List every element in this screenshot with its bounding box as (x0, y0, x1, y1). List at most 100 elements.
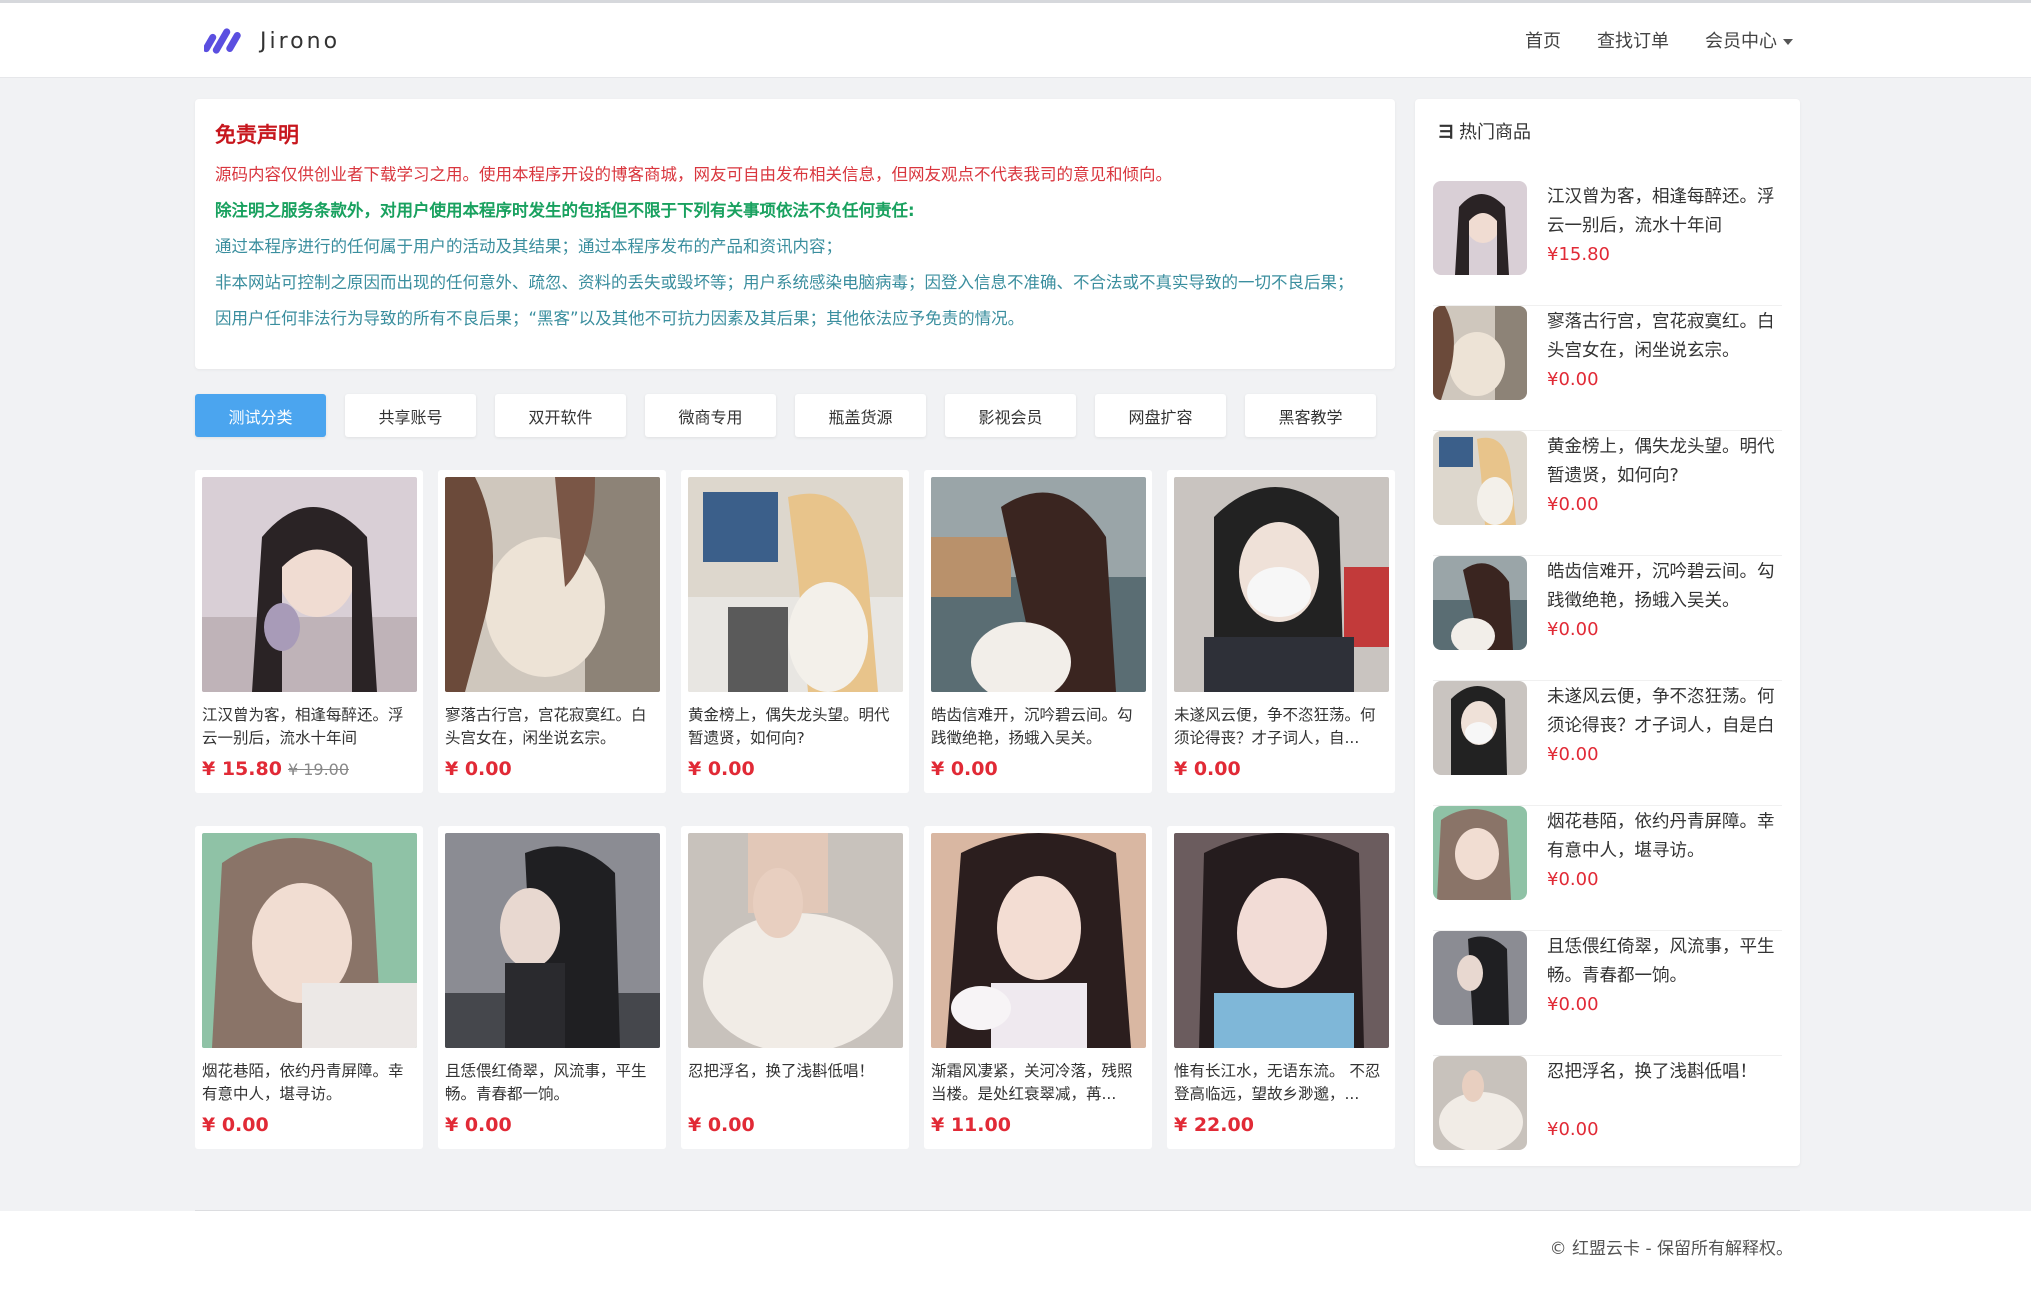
product-image[interactable] (1174, 477, 1389, 692)
product-image[interactable] (688, 833, 903, 1048)
sidebar-item-desc: 皓齿信难开，沉吟碧云间。勾践徵绝艳，扬蛾入吴关。 (1547, 562, 1775, 611)
tab-category[interactable]: 微商专用 (645, 394, 776, 437)
fire-icon: ヨ (1437, 122, 1455, 143)
sidebar-item-desc: 且恁偎红倚翠，风流事，平生畅。青春都一饷。 (1547, 937, 1775, 986)
logo-icon (204, 28, 241, 54)
nav-member-label: 会员中心 (1705, 31, 1777, 52)
product-desc: 烟花巷陌，依约丹青屏障。幸有意中人，堪寻访。 (202, 1062, 404, 1103)
sidebar-item-image[interactable] (1433, 306, 1527, 400)
copyright-text: © 红盟云卡 - 保留所有解释权。 (1549, 1239, 1793, 1259)
product-price: ¥ 15.80 ¥ 19.00 (202, 758, 416, 780)
product-card[interactable]: 惟有长江水，无语东流。 不忍登高临远，望故乡渺邈，... ¥ 22.00 (1167, 826, 1395, 1149)
product-card[interactable]: 黄金榜上，偶失龙头望。明代暂遗贤，如何向? ¥ 0.00 (681, 470, 909, 793)
product-price: ¥ 0.00 (688, 1114, 755, 1136)
sidebar-item-desc: 未遂风云便，争不恣狂荡。何须论得丧？才子词人，自是白 (1547, 687, 1775, 736)
product-price: ¥ 0.00 (931, 758, 998, 780)
nav-member[interactable]: 会员中心 (1705, 27, 1793, 53)
caret-down-icon (1783, 39, 1793, 45)
sidebar-item-price: ¥0.00 (1547, 869, 1599, 890)
hot-products-sidebar: ヨ 热门商品 江汉曾为客，相逢每醉还。浮云一别后，流水十年间 ¥15.80 寥落… (1415, 99, 1800, 1166)
sidebar-item[interactable]: 皓齿信难开，沉吟碧云间。勾践徵绝艳，扬蛾入吴关。 ¥0.00 (1433, 556, 1782, 681)
sidebar-item-desc: 寥落古行宫，宫花寂寞红。白头宫女在，闲坐说玄宗。 (1547, 312, 1775, 361)
product-desc: 且恁偎红倚翠，风流事，平生畅。青春都一饷。 (445, 1062, 647, 1103)
product-image[interactable] (688, 477, 903, 692)
product-desc: 渐霜风凄紧，关河冷落，残照当楼。是处红衰翠减，苒... (931, 1062, 1133, 1103)
brand-name: Jirono (260, 28, 341, 54)
sidebar-item[interactable]: 黄金榜上，偶失龙头望。明代暂遗贤，如何向? ¥0.00 (1433, 431, 1782, 556)
product-card[interactable]: 江汉曾为客，相逢每醉还。浮云一别后，流水十年间 ¥ 15.80 ¥ 19.00 (195, 470, 423, 793)
price-value: ¥ 15.80 (202, 758, 282, 780)
sidebar-item-image[interactable] (1433, 556, 1527, 650)
sidebar-item[interactable]: 忍把浮名，换了浅斟低唱！ ¥0.00 (1433, 1056, 1782, 1181)
product-price: ¥ 0.00 (445, 1114, 512, 1136)
sidebar-item-price: ¥0.00 (1547, 494, 1599, 515)
product-image[interactable] (931, 477, 1146, 692)
nav-home[interactable]: 首页 (1525, 27, 1561, 53)
product-image[interactable] (931, 833, 1146, 1048)
disclaimer-title: 免责声明 (215, 123, 299, 147)
product-desc: 寥落古行宫，宫花寂寞红。白头宫女在，闲坐说玄宗。 (445, 706, 647, 747)
sidebar-item[interactable]: 江汉曾为客，相逢每醉还。浮云一别后，流水十年间 ¥15.80 (1433, 181, 1782, 306)
sidebar-item-image[interactable] (1433, 1056, 1527, 1150)
product-card[interactable]: 且恁偎红倚翠，风流事，平生畅。青春都一饷。 ¥ 0.00 (438, 826, 666, 1149)
sidebar-item-price: ¥0.00 (1547, 369, 1599, 390)
product-price: ¥ 0.00 (688, 758, 755, 780)
disclaimer-panel: 免责声明 源码内容仅供创业者下载学习之用。使用本程序开设的博客商城，网友可自由发… (195, 99, 1395, 369)
product-card[interactable]: 渐霜风凄紧，关河冷落，残照当楼。是处红衰翠减，苒... ¥ 11.00 (924, 826, 1152, 1149)
product-desc: 江汉曾为客，相逢每醉还。浮云一别后，流水十年间 (202, 706, 404, 747)
sidebar-item-desc: 江汉曾为客，相逢每醉还。浮云一别后，流水十年间 (1547, 187, 1775, 236)
sidebar-item-price: ¥15.80 (1547, 244, 1610, 265)
product-image[interactable] (202, 833, 417, 1048)
tab-category[interactable]: 网盘扩容 (1095, 394, 1226, 437)
navbar: Jirono 首页 查找订单 会员中心 (0, 3, 2031, 78)
category-tabs: 测试分类 共享账号 双开软件 微商专用 瓶盖货源 影视会员 网盘扩容 黑客教学 (195, 394, 1376, 437)
sidebar-item-image[interactable] (1433, 681, 1527, 775)
logo[interactable]: Jirono (204, 23, 340, 59)
tab-category[interactable]: 双开软件 (495, 394, 626, 437)
product-image[interactable] (445, 833, 660, 1048)
sidebar-item-price: ¥0.00 (1547, 744, 1599, 765)
sidebar-item-image[interactable] (1433, 806, 1527, 900)
sidebar-item[interactable]: 烟花巷陌，依约丹青屏障。幸有意中人，堪寻访。 ¥0.00 (1433, 806, 1782, 931)
disclaimer-line: 源码内容仅供创业者下载学习之用。使用本程序开设的博客商城，网友可自由发布相关信息… (215, 165, 1172, 184)
sidebar-item-image[interactable] (1433, 931, 1527, 1025)
footer: © 红盟云卡 - 保留所有解释权。 (0, 1211, 2031, 1292)
product-image[interactable] (202, 477, 417, 692)
sidebar-title: ヨ 热门商品 (1437, 117, 1782, 145)
sidebar-item-desc: 烟花巷陌，依约丹青屏障。幸有意中人，堪寻访。 (1547, 812, 1775, 861)
product-price: ¥ 0.00 (1174, 758, 1241, 780)
nav-orders[interactable]: 查找订单 (1597, 27, 1669, 53)
disclaimer-line: 除注明之服务条款外，对用户使用本程序时发生的包括但不限于下列有关事项依法不负任何… (215, 201, 915, 220)
sidebar-item[interactable]: 且恁偎红倚翠，风流事，平生畅。青春都一饷。 ¥0.00 (1433, 931, 1782, 1056)
sidebar-item-image[interactable] (1433, 431, 1527, 525)
nav-links: 首页 查找订单 会员中心 (1525, 27, 1793, 53)
tab-category[interactable]: 黑客教学 (1245, 394, 1376, 437)
product-desc: 忍把浮名，换了浅斟低唱！ (688, 1062, 875, 1080)
tab-category[interactable]: 瓶盖货源 (795, 394, 926, 437)
disclaimer-line: 非本网站可控制之原因而出现的任何意外、疏忽、资料的丢失或毁坏等；用户系统感染电脑… (215, 273, 1354, 292)
product-price: ¥ 22.00 (1174, 1114, 1254, 1136)
tab-category[interactable]: 共享账号 (345, 394, 476, 437)
sidebar-item-price: ¥0.00 (1547, 994, 1599, 1015)
disclaimer-line: 因用户任何非法行为导致的所有不良后果；“黑客”以及其他不可抗力因素及其后果；其他… (215, 309, 1025, 328)
sidebar-item[interactable]: 寥落古行宫，宫花寂寞红。白头宫女在，闲坐说玄宗。 ¥0.00 (1433, 306, 1782, 431)
product-price: ¥ 11.00 (931, 1114, 1011, 1136)
product-card[interactable]: 寥落古行宫，宫花寂寞红。白头宫女在，闲坐说玄宗。 ¥ 0.00 (438, 470, 666, 793)
product-card[interactable]: 皓齿信难开，沉吟碧云间。勾践徵绝艳，扬蛾入吴关。 ¥ 0.00 (924, 470, 1152, 793)
product-desc: 皓齿信难开，沉吟碧云间。勾践徵绝艳，扬蛾入吴关。 (931, 706, 1133, 747)
product-card[interactable]: 烟花巷陌，依约丹青屏障。幸有意中人，堪寻访。 ¥ 0.00 (195, 826, 423, 1149)
product-desc: 黄金榜上，偶失龙头望。明代暂遗贤，如何向? (688, 706, 890, 747)
product-card[interactable]: 未遂风云便，争不恣狂荡。何须论得丧？才子词人，自... ¥ 0.00 (1167, 470, 1395, 793)
product-image[interactable] (1174, 833, 1389, 1048)
product-card[interactable]: 忍把浮名，换了浅斟低唱！ ¥ 0.00 (681, 826, 909, 1149)
product-price: ¥ 0.00 (445, 758, 512, 780)
disclaimer-line: 通过本程序进行的任何属于用户的活动及其结果；通过本程序发布的产品和资讯内容； (215, 237, 842, 256)
tab-category[interactable]: 影视会员 (945, 394, 1076, 437)
sidebar-item[interactable]: 未遂风云便，争不恣狂荡。何须论得丧？才子词人，自是白 ¥0.00 (1433, 681, 1782, 806)
sidebar-item-image[interactable] (1433, 181, 1527, 275)
sidebar-item-price: ¥0.00 (1547, 1119, 1599, 1140)
product-image[interactable] (445, 477, 660, 692)
tab-category[interactable]: 测试分类 (195, 394, 326, 437)
product-desc: 惟有长江水，无语东流。 不忍登高临远，望故乡渺邈，... (1174, 1062, 1381, 1103)
sidebar-item-price: ¥0.00 (1547, 619, 1599, 640)
